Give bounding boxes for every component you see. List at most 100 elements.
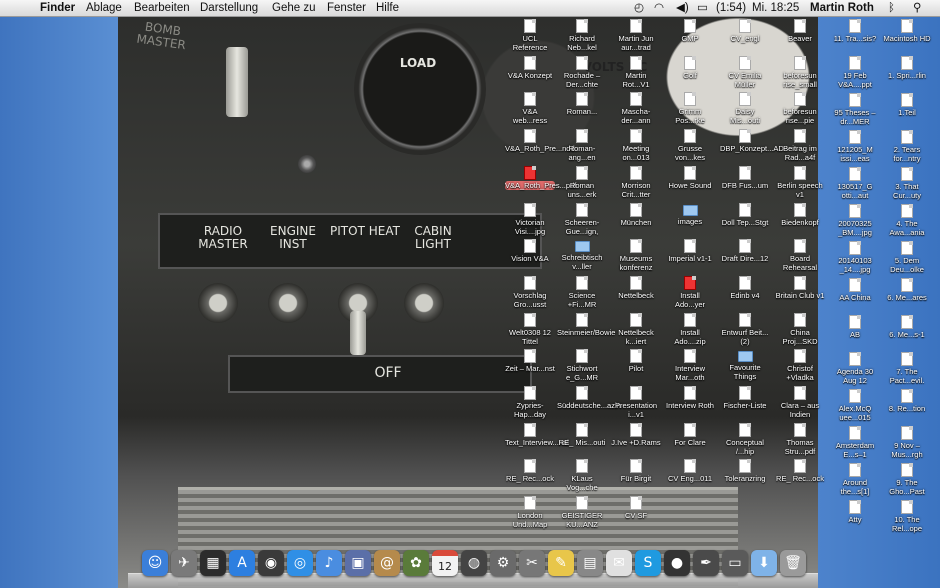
desktop-file-icon[interactable]: Rochade – Der...chte — [557, 55, 607, 89]
time-machine-icon[interactable]: ◴ — [634, 1, 644, 15]
desktop-file-icon[interactable]: Zeit – Mar...nst — [505, 349, 555, 373]
desktop-file-icon[interactable]: AB — [830, 315, 880, 339]
safari-icon[interactable]: ◎ — [287, 550, 313, 576]
microsoft-office-icon[interactable]: ✉ — [606, 550, 632, 576]
desktop-file-icon[interactable]: Amsterdam E...s–1 — [830, 426, 880, 459]
desktop-file-icon[interactable]: Board Rehearsal — [775, 239, 825, 272]
desktop-file-icon[interactable]: Favourite Things — [720, 349, 770, 381]
system-preferences-icon[interactable]: ⚙ — [490, 550, 516, 576]
desktop-file-icon[interactable]: 130517_G otti...aut — [830, 167, 880, 200]
desktop-file-icon[interactable]: 8. Re...tion — [882, 389, 932, 413]
desktop-file-icon[interactable]: Richard Neb...kel — [557, 19, 607, 52]
desktop-file-icon[interactable]: München — [611, 202, 661, 227]
desktop-file-icon[interactable]: Clara – aus Indien — [775, 386, 825, 419]
menu-fenster[interactable]: Fenster — [327, 1, 366, 15]
desktop-file-icon[interactable]: GMP — [665, 19, 715, 43]
desktop-file-icon[interactable]: Britain Club v1 — [775, 275, 825, 300]
wifi-icon[interactable]: ◠ — [654, 1, 664, 15]
desktop-file-icon[interactable]: Mascha-der...ann — [611, 92, 661, 125]
downloads-folder-icon[interactable]: ⬇ — [751, 550, 777, 576]
image-capture-icon[interactable]: ▤ — [577, 550, 603, 576]
desktop-file-icon[interactable]: Agenda 30 Aug 12 — [830, 352, 880, 385]
desktop-file-icon[interactable]: Steinmeier/Bowie — [557, 312, 615, 337]
menu-ablage[interactable]: Ablage — [86, 1, 122, 15]
desktop-file-icon[interactable]: 1.Teil — [882, 93, 932, 117]
desktop-file-icon[interactable]: 1. Spri...rlin — [882, 56, 932, 80]
desktop-file-icon[interactable]: Science +Fi...MR — [557, 275, 607, 309]
desktop-file-icon[interactable]: Interview Roth — [665, 386, 715, 410]
dashboard-icon[interactable]: ◉ — [258, 550, 284, 576]
menu-gehe-zu[interactable]: Gehe zu — [272, 1, 315, 15]
desktop-file-icon[interactable]: Roman uns...erk — [557, 165, 607, 199]
desktop-file-icon[interactable]: UCL Reference — [505, 19, 555, 52]
desktop-file-icon[interactable]: RE_ Rec...ock — [775, 459, 825, 483]
calendar-icon[interactable]: 12 — [432, 550, 458, 576]
itunes-icon[interactable]: ♪ — [316, 550, 342, 576]
desktop-file-icon[interactable]: 6. Me...s-1 — [882, 315, 932, 339]
desktop-file-icon[interactable]: Toleranzring — [720, 459, 770, 483]
desktop-file-icon[interactable]: CV SF — [611, 496, 661, 520]
desktop-file-icon[interactable]: DFB Fus...um — [720, 165, 770, 190]
desktop-file-icon[interactable]: Museums konferenz — [611, 239, 661, 272]
desktop-file-icon[interactable]: Welt0308 12 Tittel — [505, 312, 555, 346]
desktop-file-icon[interactable]: Entwurf Beit...(2) — [720, 312, 770, 346]
menu-hilfe[interactable]: Hilfe — [376, 1, 399, 15]
volume-icon[interactable]: ◀) — [676, 1, 689, 15]
desktop-file-icon[interactable]: Beitrag im Rad...a4f — [775, 129, 825, 162]
desktop-file-icon[interactable]: Vorschlag Gro...usst — [505, 275, 555, 309]
desktop-file-icon[interactable]: DBP_Konzept...AD — [720, 129, 784, 153]
desktop-file-icon[interactable]: V&A Konzept — [505, 55, 555, 80]
desktop-file-icon[interactable]: RE_ Rec...ock — [505, 459, 555, 483]
desktop-file-icon[interactable]: Edinb v4 — [720, 275, 770, 300]
desktop-file-icon[interactable]: Thomas Stru...pdf — [775, 422, 825, 456]
desktop-file-icon[interactable]: Conceptual /...hip — [720, 422, 770, 456]
desktop-file-icon[interactable]: Vision V&A — [505, 239, 555, 263]
desktop-file-icon[interactable]: 10. The Rel...ope — [882, 500, 932, 533]
app-store-icon[interactable]: A — [229, 550, 255, 576]
battery-icon[interactable]: ▭ — [697, 1, 708, 15]
desktop-file-icon[interactable]: Nettelbeck k...iert — [611, 312, 661, 346]
desktop-file-icon[interactable]: 20070325 _BM....jpg — [830, 204, 880, 237]
camera-icon[interactable]: ● — [664, 550, 690, 576]
menu-bearbeiten[interactable]: Bearbeiten — [134, 1, 190, 15]
desktop-file-icon[interactable]: Scheeren-Gue...ign, — [557, 202, 607, 236]
desktop-file-icon[interactable]: Für Birgit — [611, 459, 661, 483]
desktop-file-icon[interactable]: 20140103 _14....jpg — [830, 241, 880, 274]
desktop-file-icon[interactable]: Draft Dire...12 — [720, 239, 770, 263]
desktop-file-icon[interactable]: V&A_Roth_Pres...pdf — [505, 165, 576, 190]
desktop-file-icon[interactable]: Install Ado....zip — [665, 312, 715, 346]
desktop-file-icon[interactable]: Beaver — [775, 19, 825, 43]
desktop-file-icon[interactable]: Victorian Visi....jpg — [505, 202, 555, 236]
printer-icon[interactable]: ▭ — [722, 550, 748, 576]
desktop-file-icon[interactable]: Install Ado...yer — [665, 275, 715, 309]
desktop-file-icon[interactable]: beforesun rise...pie — [775, 92, 825, 125]
desktop-file-icon[interactable]: 9 Nov – Mus...rgh — [882, 426, 932, 459]
desktop-file-icon[interactable]: Christof +Vladka — [775, 349, 825, 382]
desktop-file-icon[interactable]: Grimm Pos...rke — [665, 92, 715, 125]
menu-user[interactable]: Martin Roth — [810, 1, 874, 15]
desktop-file-icon[interactable]: Biedenkopf — [775, 202, 825, 227]
desktop-file-icon[interactable]: Fischer-Liste — [720, 386, 770, 410]
desktop-file-icon[interactable]: Around the...s[1] — [830, 463, 880, 496]
desktop-file-icon[interactable]: 2. Tears for...ntry — [882, 130, 932, 163]
preview-icon[interactable]: ▣ — [345, 550, 371, 576]
desktop-file-icon[interactable]: V&A_Roth_Pre...ndd — [505, 129, 575, 153]
desktop-file-icon[interactable]: Berlin speech v1 — [775, 165, 825, 199]
desktop-file-icon[interactable]: Golf — [665, 55, 715, 80]
desktop-file-icon[interactable]: Meeting on...013 — [611, 129, 661, 162]
desktop-file-icon[interactable]: For Clare — [665, 422, 715, 447]
script-editor-icon[interactable]: ✒ — [693, 550, 719, 576]
desktop-file-icon[interactable]: images — [665, 203, 715, 226]
skype-icon[interactable]: S — [635, 550, 661, 576]
desktop-file-icon[interactable]: 95 Theses – dr...MER — [830, 93, 880, 126]
desktop-file-icon[interactable]: Imperial v1-1 — [665, 239, 715, 263]
desktop-file-icon[interactable]: 3. That Cur...uty — [882, 167, 932, 200]
spotlight-icon[interactable]: ⚲ — [913, 1, 921, 15]
desktop-file-icon[interactable]: 9. The Gho...Past — [882, 463, 932, 496]
desktop-file-icon[interactable]: 4. The Awa...ania — [882, 204, 932, 237]
desktop-file-icon[interactable]: Howe Sound — [665, 165, 715, 190]
desktop-file-icon[interactable]: beforesun rise_small — [775, 55, 825, 89]
desktop-file-icon[interactable]: 6. Me...ares — [882, 278, 932, 302]
desktop-file-icon[interactable]: China Proj...SKD — [775, 312, 825, 346]
desktop-file-icon[interactable]: 7. The Pact...evil. — [882, 352, 932, 385]
